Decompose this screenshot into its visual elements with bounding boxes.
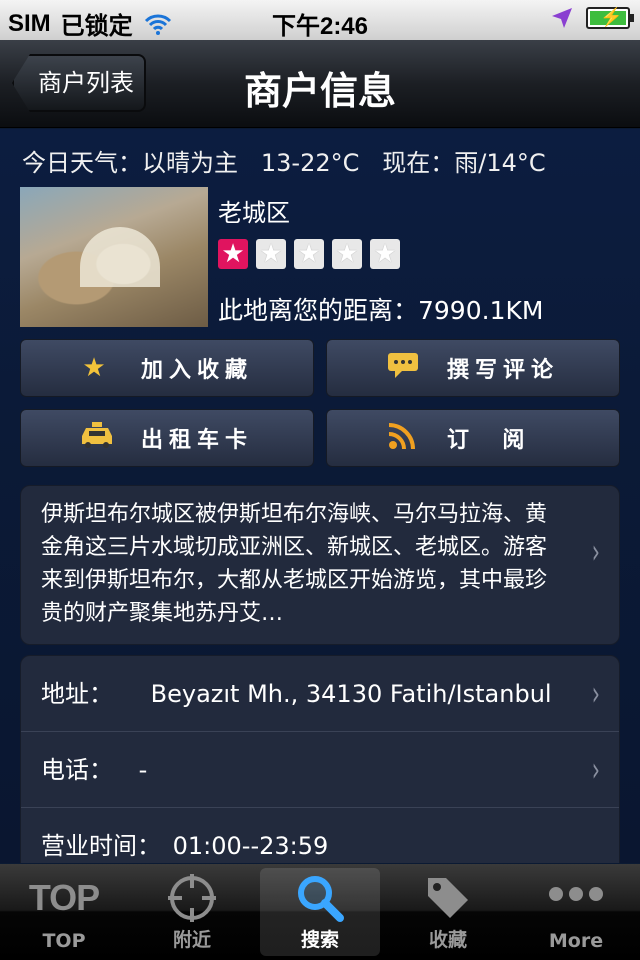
tab-more[interactable]: More	[516, 868, 636, 956]
hours-value: 01:00--23:59	[172, 832, 329, 860]
more-dots-icon	[516, 868, 636, 924]
tab-top[interactable]: TOP TOP	[4, 868, 124, 956]
battery-icon: ⚡	[586, 7, 634, 29]
status-right: ⚡	[550, 6, 634, 30]
taxi-card-label: 出租车卡	[141, 428, 254, 453]
status-bar: SIM 已锁定 下午2:46 ⚡	[0, 0, 640, 40]
tab-label: More	[548, 930, 604, 952]
crosshair-icon	[132, 868, 252, 924]
page-title: 商户信息	[243, 69, 396, 113]
place-photo	[20, 187, 208, 327]
tab-label: TOP	[42, 930, 86, 952]
phone-label: 电话：	[41, 756, 113, 784]
status-time: 下午2:46	[271, 13, 369, 40]
place-name: 老城区	[218, 199, 290, 227]
star-icon: ★	[218, 239, 248, 269]
chevron-right-icon: ›	[592, 532, 601, 572]
write-review-button[interactable]: 撰写评论	[326, 339, 620, 397]
phone-row[interactable]: 电话： - ›	[21, 732, 619, 808]
star-icon: ★	[294, 239, 324, 269]
tab-search[interactable]: 搜索	[260, 868, 380, 956]
description-text: 伊斯坦布尔城区被伊斯坦布尔海峡、马尔马拉海、黄金角这三片水域切成亚洲区、新城区、…	[41, 502, 548, 626]
taxi-card-button[interactable]: 出租车卡	[20, 409, 314, 467]
tab-label: 收藏	[428, 929, 467, 951]
subscribe-button[interactable]: 订 阅	[326, 409, 620, 467]
weather-text: 今日天气：以晴为主 13-22°C 现在：雨/14°C	[22, 149, 546, 177]
info-table: 地址： Beyazıt Mh., 34130 Fatih/Istanbul › …	[20, 655, 620, 863]
tab-favorites[interactable]: 收藏	[388, 868, 508, 956]
tab-label: 附近	[172, 929, 211, 951]
speech-bubble-icon	[383, 351, 423, 386]
star-icon: ★	[370, 239, 400, 269]
hours-label: 营业时间：	[41, 832, 161, 860]
description-card[interactable]: 伊斯坦布尔城区被伊斯坦布尔海峡、马尔马拉海、黄金角这三片水域切成亚洲区、新城区、…	[20, 485, 620, 645]
top-text-icon: TOP	[28, 877, 100, 918]
hours-row: 营业时间： 01:00--23:59	[21, 808, 619, 863]
tab-bar: TOP TOP 附近 搜索 收藏 More	[0, 864, 640, 960]
rating-stars: ★ ★ ★ ★ ★	[218, 239, 400, 269]
address-value: Beyazıt Mh., 34130 Fatih/Istanbul	[150, 680, 552, 708]
add-favorite-label: 加入收藏	[141, 358, 254, 383]
phone-value: -	[138, 756, 148, 784]
chevron-right-icon: ›	[592, 674, 601, 714]
tab-nearby[interactable]: 附近	[132, 868, 252, 956]
navigation-bar: 商户列表 商户信息	[0, 40, 640, 128]
tag-icon	[388, 868, 508, 924]
write-review-label: 撰写评论	[447, 358, 560, 383]
address-row[interactable]: 地址： Beyazıt Mh., 34130 Fatih/Istanbul ›	[21, 656, 619, 732]
location-arrow-icon	[552, 8, 572, 28]
search-icon	[260, 868, 380, 924]
distance-text: 此地离您的距离：7990.1KM	[218, 296, 544, 325]
tab-label: 搜索	[300, 929, 339, 951]
taxi-icon	[77, 421, 117, 455]
merchant-detail-content[interactable]: 今日天气：以晴为主 13-22°C 现在：雨/14°C 老城区 ★ ★ ★ ★ …	[0, 129, 640, 863]
star-icon: ★	[256, 239, 286, 269]
add-favorite-button[interactable]: ★ 加入收藏	[20, 339, 314, 397]
rss-icon	[383, 421, 423, 456]
chevron-right-icon: ›	[592, 750, 601, 790]
star-icon: ★	[332, 239, 362, 269]
subscribe-label: 订 阅	[447, 428, 531, 453]
address-label: 地址：	[41, 680, 113, 708]
star-icon: ★	[82, 353, 112, 383]
